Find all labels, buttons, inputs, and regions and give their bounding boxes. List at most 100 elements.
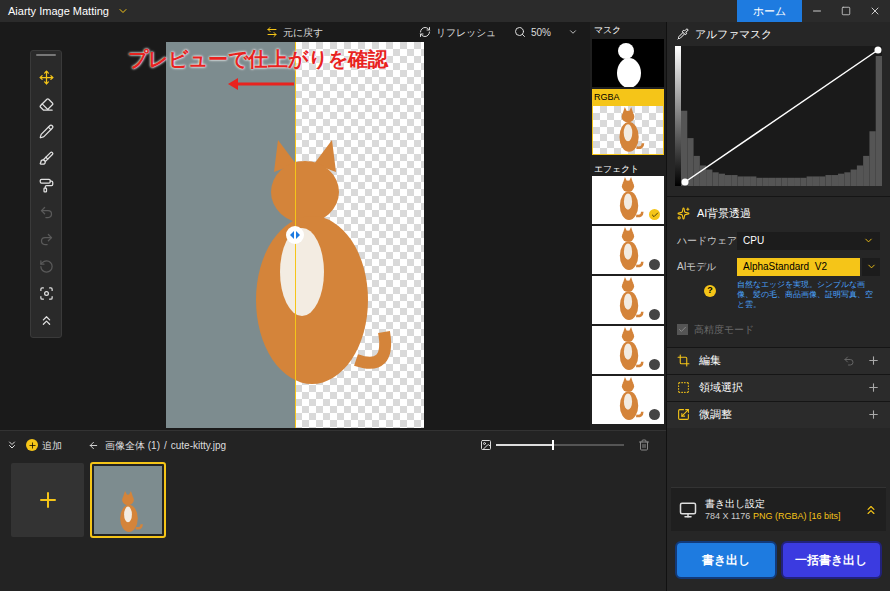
section-row[interactable]: 微調整 [667,401,890,428]
home-button[interactable]: ホーム [737,0,802,22]
expand-icon [864,503,878,517]
redo-icon [39,232,54,247]
thumbnail-size-icon [480,439,492,451]
minimize-icon[interactable] [811,5,823,17]
move-icon [39,70,54,85]
tool-strip [30,50,62,338]
zoom-select[interactable]: 50% [514,25,578,40]
tool-button[interactable] [39,172,54,199]
mask-thumbnail[interactable] [592,39,664,87]
section-row[interactable]: 領域選択 [667,374,890,401]
brush-icon [39,151,54,166]
back-icon[interactable] [88,440,99,451]
view-column: マスク RGBA エフェクト [590,22,666,430]
maximize-icon[interactable] [841,6,851,16]
tool-button[interactable] [39,91,54,118]
breadcrumb: 画像全体 (1) [105,438,160,453]
export-settings-icon [679,501,697,519]
effect-thumbnail[interactable] [592,376,664,424]
tool-button[interactable] [39,307,54,334]
rgba-label[interactable]: RGBA [592,89,664,105]
chevron-icon [863,235,874,246]
collapse-icon[interactable] [6,439,18,451]
hardware-select[interactable]: CPU [737,232,880,250]
compare-handle[interactable] [286,226,304,244]
batch-export-button[interactable]: 一括書き出し [781,541,883,579]
undo-button[interactable]: 元に戻す [266,25,323,40]
cat-icon [113,490,143,534]
radio-icon [649,409,660,420]
alpha-title: アルファマスク [695,26,772,43]
chevron-icon [568,27,578,37]
model-select[interactable]: AlphaStandard V2 [737,258,860,276]
pipette-icon[interactable] [677,28,689,40]
plus-icon[interactable] [867,354,880,367]
app-menu-chevron-icon[interactable] [117,5,129,17]
close-icon[interactable] [869,5,881,17]
alpha-curve[interactable] [675,46,882,186]
workspace: 元に戻す リフレッシュ 50% プレビューで仕上がりを確認 マスク RGBA エフェクト追加… [0,22,666,591]
file-strip: 追加画像全体 (1)/cute-kitty.jpg [0,430,666,591]
effect-thumbnail[interactable] [592,326,664,374]
check-icon [649,209,660,220]
plus-icon[interactable] [867,381,880,394]
tool-button[interactable] [39,226,54,253]
cat-icon [612,226,644,272]
help-icon[interactable]: ? [704,285,716,297]
check-icon [678,325,687,334]
radio-icon [649,259,660,270]
rgba-thumbnail [592,105,664,155]
ai-icon [677,207,690,220]
add-file-tile[interactable] [11,463,84,537]
cat-icon [612,276,644,322]
arrow-left-icon [228,78,294,90]
refresh-button[interactable]: リフレッシュ [419,25,496,40]
tool-button[interactable] [39,280,54,307]
tool-button[interactable] [39,145,54,172]
effect-thumbnail[interactable] [592,176,664,224]
undo-icon [39,205,54,220]
file-thumbnail[interactable] [90,462,166,538]
cat-icon [611,106,645,154]
annotation: プレビューで仕上がりを確認 [128,46,388,90]
export-button[interactable]: 書き出し [675,541,777,579]
chevron-icon [866,261,877,272]
arrows-icon [290,231,300,239]
tool-button[interactable] [39,118,54,145]
mask-label: マスク [592,22,664,39]
refresh-icon [419,26,431,38]
tool-button[interactable] [39,253,54,280]
eraser-icon [39,97,54,112]
preview-image[interactable] [166,42,424,428]
zoom-icon [514,26,526,38]
effects-label: エフェクト [592,162,664,176]
radio-icon [649,359,660,370]
roller-icon [39,178,54,193]
plus-icon[interactable] [867,408,880,421]
tool-button[interactable] [39,64,54,91]
adjust-icon [677,408,690,421]
precision-checkbox[interactable]: 高精度モード [677,322,880,337]
plus-icon [36,488,60,512]
effect-thumbnail[interactable] [592,226,664,274]
model-description: 自然なエッジを実現。シンプルな画像、髪の毛、商品画像、証明写真、空と雲。 [737,280,880,310]
cat-icon [612,376,644,422]
undo-icon[interactable] [843,355,855,367]
frame-icon [39,286,54,301]
original-photo [166,42,295,428]
effect-thumbnail[interactable] [592,276,664,324]
reset-icon [39,259,54,274]
trash-icon[interactable] [638,439,650,451]
section-row[interactable]: 編集 [667,347,890,374]
tool-button[interactable] [39,199,54,226]
curve-chart[interactable] [681,46,882,186]
app-window: Aiarty Image Mattingホーム元に戻す リフレッシュ 50% プレビュ… [0,0,890,591]
thumbnail-size-slider[interactable] [496,444,624,446]
export-settings[interactable]: 書き出し設定784 X 1176 PNG (RGBA) [16 bits] [671,487,886,531]
title-bar: Aiarty Image Mattingホーム [0,0,890,22]
swap-icon [266,26,278,38]
model-dropdown-button[interactable] [862,258,880,276]
mask-silhouette-icon [608,39,648,87]
canvas-toolbar: 元に戻す リフレッシュ 50% [0,22,590,42]
add-button[interactable]: 追加 [26,438,62,453]
